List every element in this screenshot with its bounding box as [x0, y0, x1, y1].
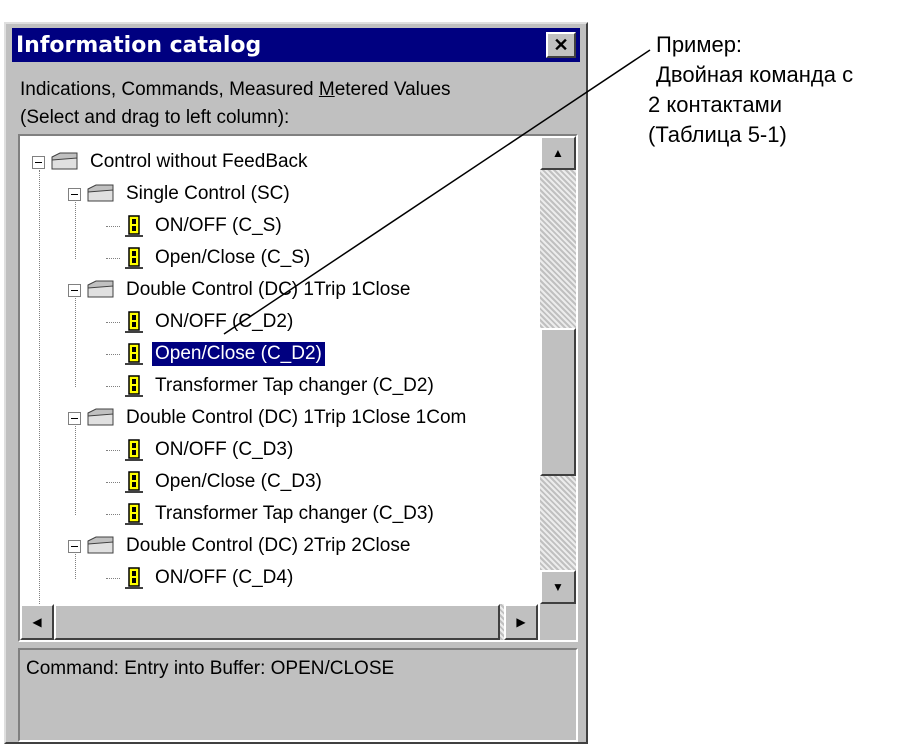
annotation-line-1: Пример: — [656, 32, 743, 57]
mnemonic-letter: M — [318, 79, 335, 100]
tree-connector — [75, 426, 76, 515]
tree-node-label: Single Control (SC) — [126, 183, 290, 204]
scroll-up-button[interactable]: ▲ — [540, 136, 576, 170]
tree-connector — [75, 554, 76, 579]
folder-icon — [51, 152, 78, 170]
tree-item-selected[interactable]: Open/Close (C_D2) — [106, 338, 326, 370]
tree-connector — [39, 170, 40, 604]
horizontal-scrollbar[interactable]: ◀ ▶ — [20, 604, 538, 640]
command-icon — [125, 439, 143, 461]
command-icon — [125, 471, 143, 493]
tree-node-group[interactable]: Double Control (DC) 1Trip 1Close — [68, 274, 413, 306]
folder-icon — [87, 536, 114, 554]
information-catalog-window: Information catalog ✕ Indications, Comma… — [4, 22, 588, 744]
scroll-right-button[interactable]: ▶ — [504, 604, 538, 640]
tree-node-label: Double Control (DC) 1Trip 1Close — [126, 279, 411, 300]
tree-item-label: Open/Close (C_D3) — [155, 471, 322, 492]
horizontal-scroll-thumb[interactable] — [54, 604, 500, 640]
tree-node-root[interactable]: Control without FeedBack — [32, 146, 311, 178]
description-text: Command: Entry into Buffer: OPEN/CLOSE — [26, 658, 395, 679]
tree-node-group[interactable]: Double Control (DC) 1Trip 1Close 1Com — [68, 402, 469, 434]
tree-branch — [106, 449, 120, 451]
instructions-line-2: (Select and drag to left column): — [20, 107, 290, 128]
collapse-toggle[interactable] — [68, 187, 81, 201]
instructions-text-end: etered Values — [334, 79, 451, 100]
window-title: Information catalog — [16, 32, 262, 58]
tree-item-label: Transformer Tap changer (C_D3) — [155, 503, 434, 524]
annotation-line-4: (Таблица 5-1) — [648, 122, 787, 147]
collapse-toggle[interactable] — [68, 411, 81, 425]
command-icon — [125, 567, 143, 589]
command-icon — [125, 503, 143, 525]
tree-connector — [75, 202, 76, 259]
tree-branch — [106, 385, 120, 387]
catalog-tree[interactable]: Control without FeedBack Single Control (… — [18, 134, 578, 642]
tree-item[interactable]: Transformer Tap changer (C_D3) — [106, 498, 437, 530]
tree-branch — [106, 225, 120, 227]
command-icon — [125, 343, 143, 365]
tree-branch — [106, 513, 120, 515]
collapse-toggle[interactable] — [32, 155, 45, 169]
scroll-right-icon: ▶ — [516, 615, 526, 629]
scrollbar-corner — [540, 604, 576, 640]
tree-item-label: Transformer Tap changer (C_D2) — [155, 375, 434, 396]
tree-item-label: ON/OFF (C_D3) — [155, 439, 294, 460]
close-button[interactable]: ✕ — [546, 32, 576, 58]
tree-branch — [106, 577, 120, 579]
title-bar[interactable]: Information catalog ✕ — [12, 28, 580, 62]
tree-item-label: ON/OFF (C_D2) — [155, 311, 294, 332]
instructions: Indications, Commands, Measured Metered … — [20, 76, 451, 132]
tree-node-label: Double Control (DC) 1Trip 1Close 1Com — [126, 407, 467, 428]
command-icon — [125, 215, 143, 237]
scroll-down-icon: ▼ — [552, 580, 564, 594]
folder-icon — [87, 408, 114, 426]
tree-item[interactable]: ON/OFF (C_D2) — [106, 306, 296, 338]
tree-item[interactable]: ON/OFF (C_D4) — [106, 562, 296, 594]
annotation-line-2: Двойная команда с — [656, 62, 854, 87]
collapse-toggle[interactable] — [68, 539, 81, 553]
tree-branch — [106, 257, 120, 259]
tree-branch — [106, 321, 120, 323]
instructions-line-1: Indications, Commands, Measured Metered … — [20, 76, 451, 104]
tree-branch — [106, 353, 120, 355]
tree-item[interactable]: ON/OFF (C_S) — [106, 210, 285, 242]
close-icon: ✕ — [553, 35, 569, 55]
scroll-down-button[interactable]: ▼ — [540, 570, 576, 604]
scroll-left-icon: ◀ — [32, 615, 42, 629]
folder-icon — [87, 184, 114, 202]
tree-item-label: ON/OFF (C_S) — [155, 215, 282, 236]
command-icon — [125, 247, 143, 269]
collapse-toggle[interactable] — [68, 283, 81, 297]
tree-item-label: Open/Close (C_S) — [155, 247, 311, 268]
command-icon — [125, 375, 143, 397]
tree-node-group[interactable]: Double Control (DC) 2Trip 2Close — [68, 530, 413, 562]
command-icon — [125, 311, 143, 333]
tree-item[interactable]: Transformer Tap changer (C_D2) — [106, 370, 437, 402]
scroll-left-button[interactable]: ◀ — [20, 604, 54, 640]
instructions-text: Indications, Commands, Measured — [20, 79, 319, 100]
vertical-scrollbar[interactable]: ▲ ▼ — [540, 136, 576, 604]
tree-node-label: Double Control (DC) 2Trip 2Close — [126, 535, 411, 556]
tree-node-group[interactable]: Single Control (SC) — [68, 178, 293, 210]
tree-view[interactable]: Control without FeedBack Single Control (… — [20, 136, 538, 604]
tree-branch — [106, 481, 120, 483]
description-box: Command: Entry into Buffer: OPEN/CLOSE — [18, 648, 578, 742]
folder-icon — [87, 280, 114, 298]
selected-item-label: Open/Close (C_D2) — [151, 341, 326, 367]
annotation-line-3: 2 контактами — [648, 92, 783, 117]
tree-item-label: ON/OFF (C_D4) — [155, 567, 294, 588]
tree-connector — [75, 298, 76, 387]
tree-item[interactable]: Open/Close (C_S) — [106, 242, 313, 274]
tree-node-label: Control without FeedBack — [90, 151, 308, 172]
tree-item[interactable]: ON/OFF (C_D3) — [106, 434, 296, 466]
tree-item[interactable]: Open/Close (C_D3) — [106, 466, 325, 498]
vertical-scroll-thumb[interactable] — [540, 328, 576, 476]
annotation-callout: Пример: Двойная команда с 2 контактами (… — [648, 30, 854, 150]
scroll-up-icon: ▲ — [552, 146, 564, 160]
